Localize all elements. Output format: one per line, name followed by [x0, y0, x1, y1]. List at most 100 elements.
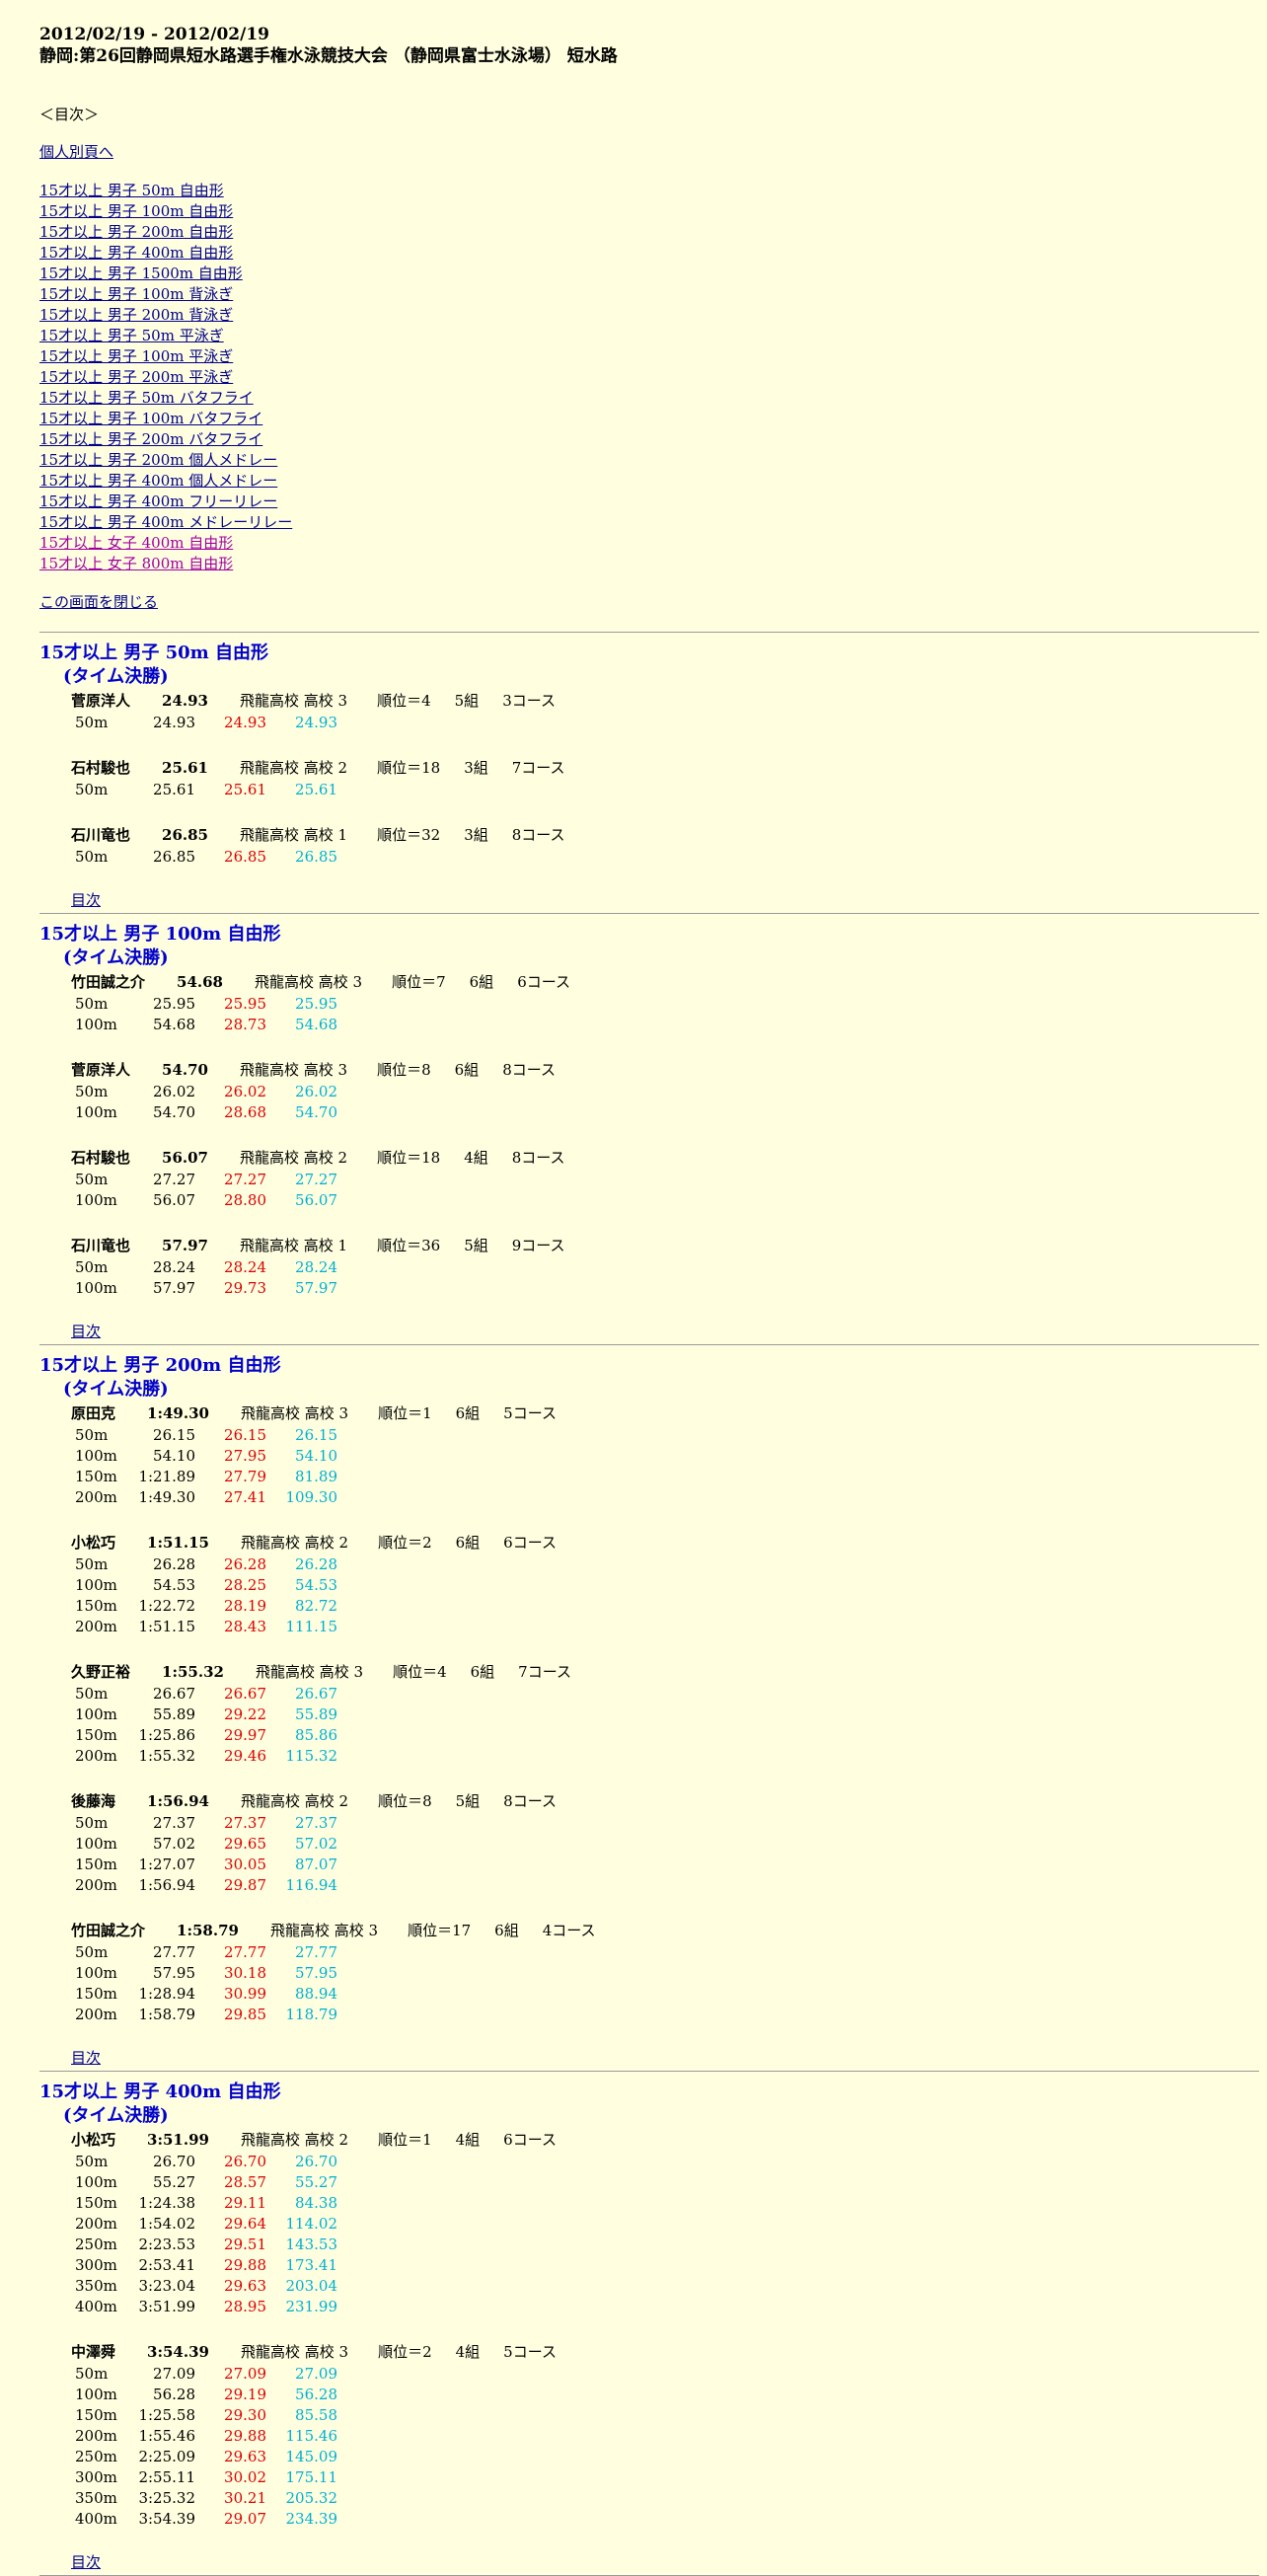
school: 飛龍高校 高校 2: [240, 1534, 349, 1552]
toc-link[interactable]: 15才以上 男子 100m 背泳ぎ: [39, 285, 233, 303]
split-time: 1:24.38: [138, 2194, 195, 2212]
swimmer-header: 小松巧 3:51.99 飛龍高校 高校 2 順位＝1 4組 6コース: [71, 2128, 1259, 2152]
split-distance: 200m: [75, 1618, 117, 1635]
lane: 6コース: [503, 2131, 557, 2149]
lap-time: 28.24: [224, 1258, 266, 1276]
toc-item: 15才以上 男子 100m バタフライ: [39, 409, 1259, 429]
split-row: 300m 2:53.41 29.88 173.41: [71, 2255, 1259, 2276]
split-distance: 200m: [75, 2215, 117, 2233]
lap-time: 30.18: [224, 1964, 266, 1982]
total-seconds: 84.38: [295, 2194, 337, 2212]
total-seconds: 27.27: [295, 1171, 337, 1188]
toc-link[interactable]: 15才以上 女子 400m 自由形: [39, 534, 233, 552]
total-seconds: 87.07: [295, 1856, 337, 1873]
split-distance: 50m: [75, 1258, 109, 1276]
lap-time: 30.21: [224, 2489, 266, 2507]
swimmer-name: 中澤舜: [71, 2343, 116, 2361]
toc-link[interactable]: 15才以上 男子 200m バタフライ: [39, 430, 262, 448]
school: 飛龍高校 高校 1: [240, 826, 348, 844]
total-seconds: 26.02: [295, 1083, 337, 1100]
event-subtitle: (タイム決勝): [63, 947, 169, 968]
toc-link[interactable]: 15才以上 男子 100m バタフライ: [39, 410, 262, 427]
toc-link[interactable]: 15才以上 男子 50m 自由形: [39, 182, 224, 199]
toc-link[interactable]: 15才以上 男子 200m 背泳ぎ: [39, 306, 233, 324]
total-seconds: 143.53: [285, 2235, 338, 2253]
back-to-toc-link[interactable]: 目次: [39, 2552, 1259, 2572]
heat: 6組: [470, 1663, 495, 1681]
toc-link[interactable]: 15才以上 男子 400m 自由形: [39, 244, 233, 262]
split-row: 50m 25.61 25.61 25.61: [71, 780, 1259, 800]
toc-link[interactable]: 15才以上 男子 200m 平泳ぎ: [39, 368, 233, 386]
toc-link[interactable]: 15才以上 男子 200m 個人メドレー: [39, 451, 277, 469]
rank: 順位＝2: [378, 1534, 432, 1552]
rank: 順位＝18: [377, 759, 441, 777]
lap-time: 30.02: [224, 2468, 266, 2486]
final-time: 54.68: [177, 973, 223, 991]
toc-link[interactable]: 15才以上 男子 400m フリーリレー: [39, 492, 277, 510]
toc-link[interactable]: 15才以上 男子 100m 自由形: [39, 202, 233, 220]
total-seconds: 54.70: [295, 1103, 337, 1121]
split-time: 24.93: [153, 714, 195, 731]
split-row: 400m 3:51.99 28.95 231.99: [71, 2297, 1259, 2317]
toc-link[interactable]: 15才以上 男子 400m メドレーリレー: [39, 513, 292, 531]
event-subtitle: (タイム決勝): [63, 666, 169, 687]
split-time: 1:55.46: [138, 2427, 195, 2445]
toc-item: 15才以上 男子 50m 自由形: [39, 181, 1259, 201]
lap-time: 28.95: [224, 2298, 266, 2315]
split-row: 100m 54.70 28.68 54.70: [71, 1102, 1259, 1123]
lap-time: 30.05: [224, 1856, 266, 1873]
toc-item: 15才以上 男子 100m 自由形: [39, 201, 1259, 222]
split-time: 26.28: [153, 1555, 195, 1573]
toc-link[interactable]: 15才以上 女子 800m 自由形: [39, 555, 233, 572]
split-distance: 50m: [75, 1426, 109, 1444]
lap-time: 29.85: [224, 2006, 266, 2023]
lane: 7コース: [518, 1663, 571, 1681]
split-distance: 200m: [75, 1876, 117, 1894]
lap-time: 28.25: [224, 1576, 266, 1594]
toc-link[interactable]: 15才以上 男子 100m 平泳ぎ: [39, 347, 233, 365]
individual-page-link[interactable]: 個人別頁へ: [39, 142, 1259, 162]
split-distance: 100m: [75, 1964, 117, 1982]
split-row: 150m 1:28.94 30.99 88.94: [71, 1984, 1259, 2005]
school: 飛龍高校 高校 2: [240, 1149, 348, 1167]
toc-link[interactable]: 15才以上 男子 400m 個人メドレー: [39, 472, 277, 490]
split-distance: 150m: [75, 1726, 117, 1744]
close-window-link[interactable]: この画面を閉じる: [39, 592, 1259, 612]
lap-time: 24.93: [224, 714, 266, 731]
rank: 順位＝2: [378, 2343, 432, 2361]
back-to-toc-link[interactable]: 目次: [39, 2048, 1259, 2068]
split-distance: 100m: [75, 1835, 117, 1853]
toc-link[interactable]: 15才以上 男子 50m 平泳ぎ: [39, 327, 224, 344]
split-table: 50m 28.24 28.24 28.24 100m 57.97 29.73 57.97: [71, 1257, 1259, 1299]
total-seconds: 28.24: [295, 1258, 337, 1276]
lap-time: 26.85: [224, 848, 266, 866]
event-subtitle: (タイム決勝): [63, 2105, 169, 2126]
swimmer-name: 小松巧: [71, 2131, 116, 2149]
toc-item: 15才以上 男子 200m 背泳ぎ: [39, 305, 1259, 326]
divider: [39, 913, 1259, 914]
split-row: 200m 1:55.32 29.46 115.32: [71, 1746, 1259, 1767]
total-seconds: 26.70: [295, 2153, 337, 2170]
split-row: 50m 24.93 24.93 24.93: [71, 713, 1259, 733]
toc-link[interactable]: 15才以上 男子 50m バタフライ: [39, 389, 254, 407]
total-seconds: 57.97: [295, 1279, 337, 1297]
swimmer-entry: 小松巧 3:51.99 飛龍高校 高校 2 順位＝1 4組 6コース 50m 26.70 26.…: [39, 2128, 1259, 2317]
back-to-toc-link[interactable]: 目次: [39, 1322, 1259, 1341]
toc-link[interactable]: 15才以上 男子 1500m 自由形: [39, 265, 243, 282]
lap-time: 27.41: [224, 1488, 266, 1506]
swimmer-entry: 中澤舜 3:54.39 飛龍高校 高校 3 順位＝2 4組 5コース 50m 27.09 27.…: [39, 2340, 1259, 2530]
split-time: 26.67: [153, 1685, 195, 1703]
lap-time: 27.95: [224, 1447, 266, 1465]
split-time: 25.61: [153, 781, 195, 798]
split-distance: 50m: [75, 1814, 109, 1832]
split-time: 1:54.02: [138, 2215, 195, 2233]
rank: 順位＝1: [378, 1404, 432, 1422]
back-to-toc-link[interactable]: 目次: [39, 890, 1259, 910]
split-table: 50m 26.28 26.28 26.28 100m 54.53 28.25 54.53 150…: [71, 1554, 1259, 1637]
event-section: 15才以上 男子 100m 自由形 (タイム決勝) 竹田誠之介 54.68 飛龍高校 高…: [39, 923, 1259, 1345]
total-seconds: 81.89: [295, 1468, 337, 1485]
toc-link[interactable]: 15才以上 男子 200m 自由形: [39, 223, 233, 241]
divider: [39, 632, 1259, 633]
split-row: 50m 26.28 26.28 26.28: [71, 1554, 1259, 1575]
split-distance: 300m: [75, 2468, 117, 2486]
